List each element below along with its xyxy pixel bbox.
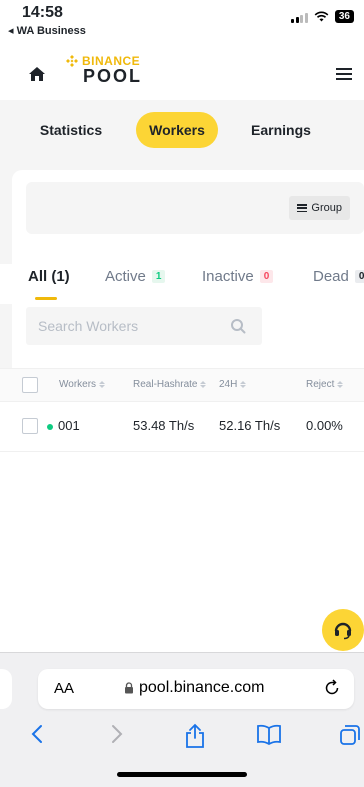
url-display[interactable]: pool.binance.com — [124, 679, 264, 697]
filter-active[interactable]: Active 1 — [105, 268, 166, 285]
group-button[interactable]: Group — [289, 196, 350, 220]
tab-statistics[interactable]: Statistics — [28, 112, 114, 148]
tab-workers[interactable]: Workers — [136, 112, 218, 148]
worker-name-cell[interactable]: 001 — [47, 418, 80, 433]
col-workers[interactable]: Workers — [59, 379, 106, 390]
clock: 14:58 — [22, 4, 63, 21]
customer-support-button[interactable] — [322, 609, 364, 651]
headset-icon — [334, 622, 352, 640]
col-workers-label: Workers — [59, 379, 97, 390]
sort-icon — [99, 381, 106, 388]
binance-pool-logo[interactable]: BINANCE POOL — [65, 54, 142, 87]
real-hashrate-cell: 53.48 Th/s — [133, 418, 195, 433]
main-tabs: Statistics Workers Earnings — [0, 112, 364, 158]
home-icon[interactable] — [28, 66, 46, 82]
inactive-count-badge: 0 — [259, 270, 274, 283]
filter-dead[interactable]: Dead 0 — [313, 268, 364, 285]
search-box — [26, 307, 262, 345]
select-all-checkbox[interactable] — [22, 377, 38, 393]
sort-icon — [337, 381, 344, 388]
share-icon[interactable] — [184, 723, 206, 749]
col-24h-label: 24H — [219, 379, 238, 390]
col-reject-label: Reject — [306, 379, 335, 390]
reader-text-size-button[interactable]: AA — [54, 680, 74, 697]
hashrate-24h-cell: 52.16 Th/s — [219, 418, 281, 433]
search-workers-input[interactable] — [26, 307, 206, 345]
active-count-badge: 1 — [151, 270, 166, 283]
wifi-icon — [314, 11, 329, 22]
bookmarks-icon[interactable] — [256, 723, 282, 745]
status-filters: All (1) Active 1 Inactive 0 Dead 0 — [0, 264, 364, 304]
hamburger-menu-icon[interactable] — [336, 68, 352, 80]
site-header: BINANCE POOL — [0, 44, 364, 100]
reject-rate-cell: 0.00% — [306, 418, 343, 433]
back-to-app-link[interactable]: ◂ WA Business — [8, 24, 86, 37]
filter-dead-label: Dead — [313, 268, 349, 285]
filter-inactive[interactable]: Inactive 0 — [202, 268, 274, 285]
reload-icon[interactable] — [322, 678, 342, 698]
forward-icon[interactable] — [110, 723, 124, 745]
browser-nav-row — [0, 723, 364, 753]
col-reject[interactable]: Reject — [306, 379, 344, 390]
system-indicators: 36 — [291, 10, 354, 23]
table-row[interactable]: 001 53.48 Th/s 52.16 Th/s 0.00% — [0, 402, 364, 452]
filter-all[interactable]: All (1) — [28, 268, 70, 285]
brand-bottom-text: POOL — [83, 66, 143, 86]
battery-icon: 36 — [334, 10, 354, 23]
worker-name: 001 — [58, 418, 80, 433]
browser-toolbar: AA pool.binance.com — [0, 652, 364, 787]
group-button-label: Group — [311, 202, 342, 214]
group-toolbar: Group — [26, 182, 364, 234]
col-real-hashrate-label: Real-Hashrate — [133, 379, 198, 390]
tabs-icon[interactable] — [338, 723, 362, 747]
search-icon[interactable] — [230, 318, 246, 334]
back-icon[interactable] — [30, 723, 44, 745]
filter-inactive-label: Inactive — [202, 268, 254, 285]
list-icon — [297, 204, 308, 212]
filter-all-label: All (1) — [28, 268, 70, 285]
active-filter-underline — [35, 297, 57, 300]
tab-earnings[interactable]: Earnings — [236, 112, 326, 148]
row-checkbox[interactable] — [22, 418, 38, 434]
binance-logo-icon — [66, 55, 78, 67]
signal-icon — [291, 11, 308, 23]
workers-table-header: Workers Real-Hashrate 24H Reject — [0, 368, 364, 402]
filter-active-label: Active — [105, 268, 146, 285]
home-indicator — [117, 772, 247, 777]
col-24h[interactable]: 24H — [219, 379, 247, 390]
dead-count-badge: 0 — [354, 270, 364, 283]
empty-area — [0, 452, 364, 652]
lock-icon — [125, 682, 133, 694]
address-bar[interactable]: AA pool.binance.com — [38, 669, 354, 709]
sort-icon — [200, 381, 207, 388]
previous-tab-preview[interactable] — [0, 669, 12, 709]
sort-icon — [240, 381, 247, 388]
col-real-hashrate[interactable]: Real-Hashrate — [133, 379, 207, 390]
status-bar: 14:58 ◂ WA Business 36 — [0, 0, 364, 44]
online-status-dot — [47, 423, 53, 430]
url-text: pool.binance.com — [139, 679, 265, 696]
